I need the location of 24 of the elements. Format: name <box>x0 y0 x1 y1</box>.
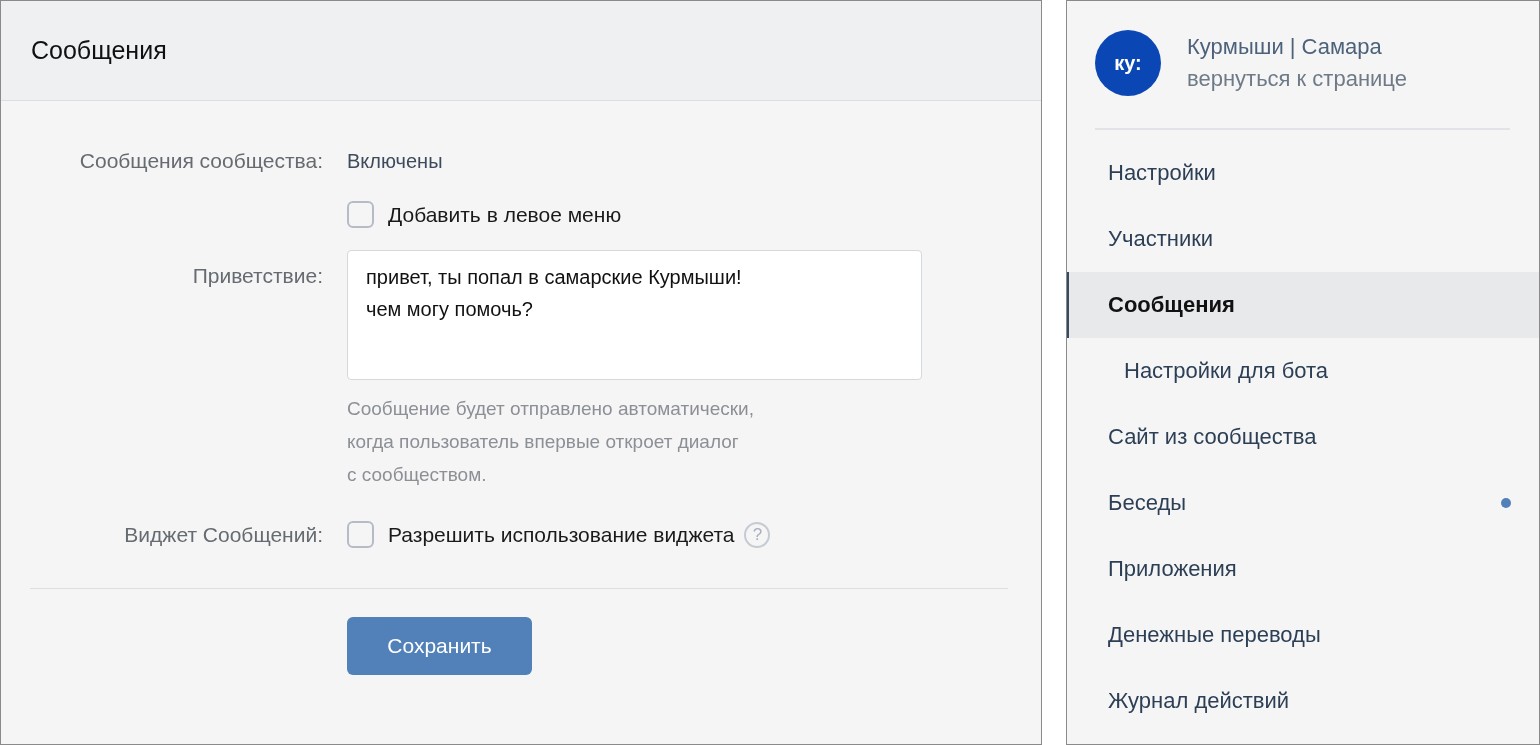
menu-item[interactable]: Участники <box>1067 206 1539 272</box>
menu-item[interactable]: Приложения <box>1067 536 1539 602</box>
checkbox-label: Добавить в левое меню <box>388 202 622 227</box>
avatar[interactable]: ку: <box>1095 30 1161 96</box>
back-link[interactable]: вернуться к странице <box>1187 66 1407 92</box>
checkbox[interactable] <box>347 521 374 548</box>
greeting-input-field[interactable]: привет, ты попал в самарские Курмыши! чем могу помочь? <box>347 250 922 380</box>
field-label: Виджет Сообщений: <box>123 522 323 547</box>
menu-item[interactable]: Настройки <box>1067 140 1539 206</box>
community-name-link[interactable]: Курмыши | Самара <box>1187 34 1407 60</box>
menu-item[interactable]: Денежные переводы <box>1067 602 1539 668</box>
hint-text: Сообщение будет отправлено автоматически, когда пользователь впервые откроет диалог с сообществом. <box>347 397 755 487</box>
menu-item[interactable]: Беседы <box>1067 470 1539 536</box>
panel-title: Сообщения <box>31 36 167 65</box>
field-label: Приветствие: <box>191 263 323 288</box>
menu-item[interactable]: Журнал действий <box>1067 668 1539 734</box>
menu-item[interactable]: Сайт из сообщества <box>1067 404 1539 470</box>
checkbox[interactable] <box>347 201 374 228</box>
status-value: Включены <box>347 149 443 173</box>
menu-item[interactable]: Настройки для бота <box>1067 338 1539 404</box>
menu-item[interactable]: Сообщения <box>1067 272 1539 338</box>
field-label: Сообщения сообщества: <box>78 149 323 173</box>
save-button[interactable]: Сохранить <box>347 617 532 675</box>
checkbox-label: Разрешить использование виджета <box>388 522 735 547</box>
